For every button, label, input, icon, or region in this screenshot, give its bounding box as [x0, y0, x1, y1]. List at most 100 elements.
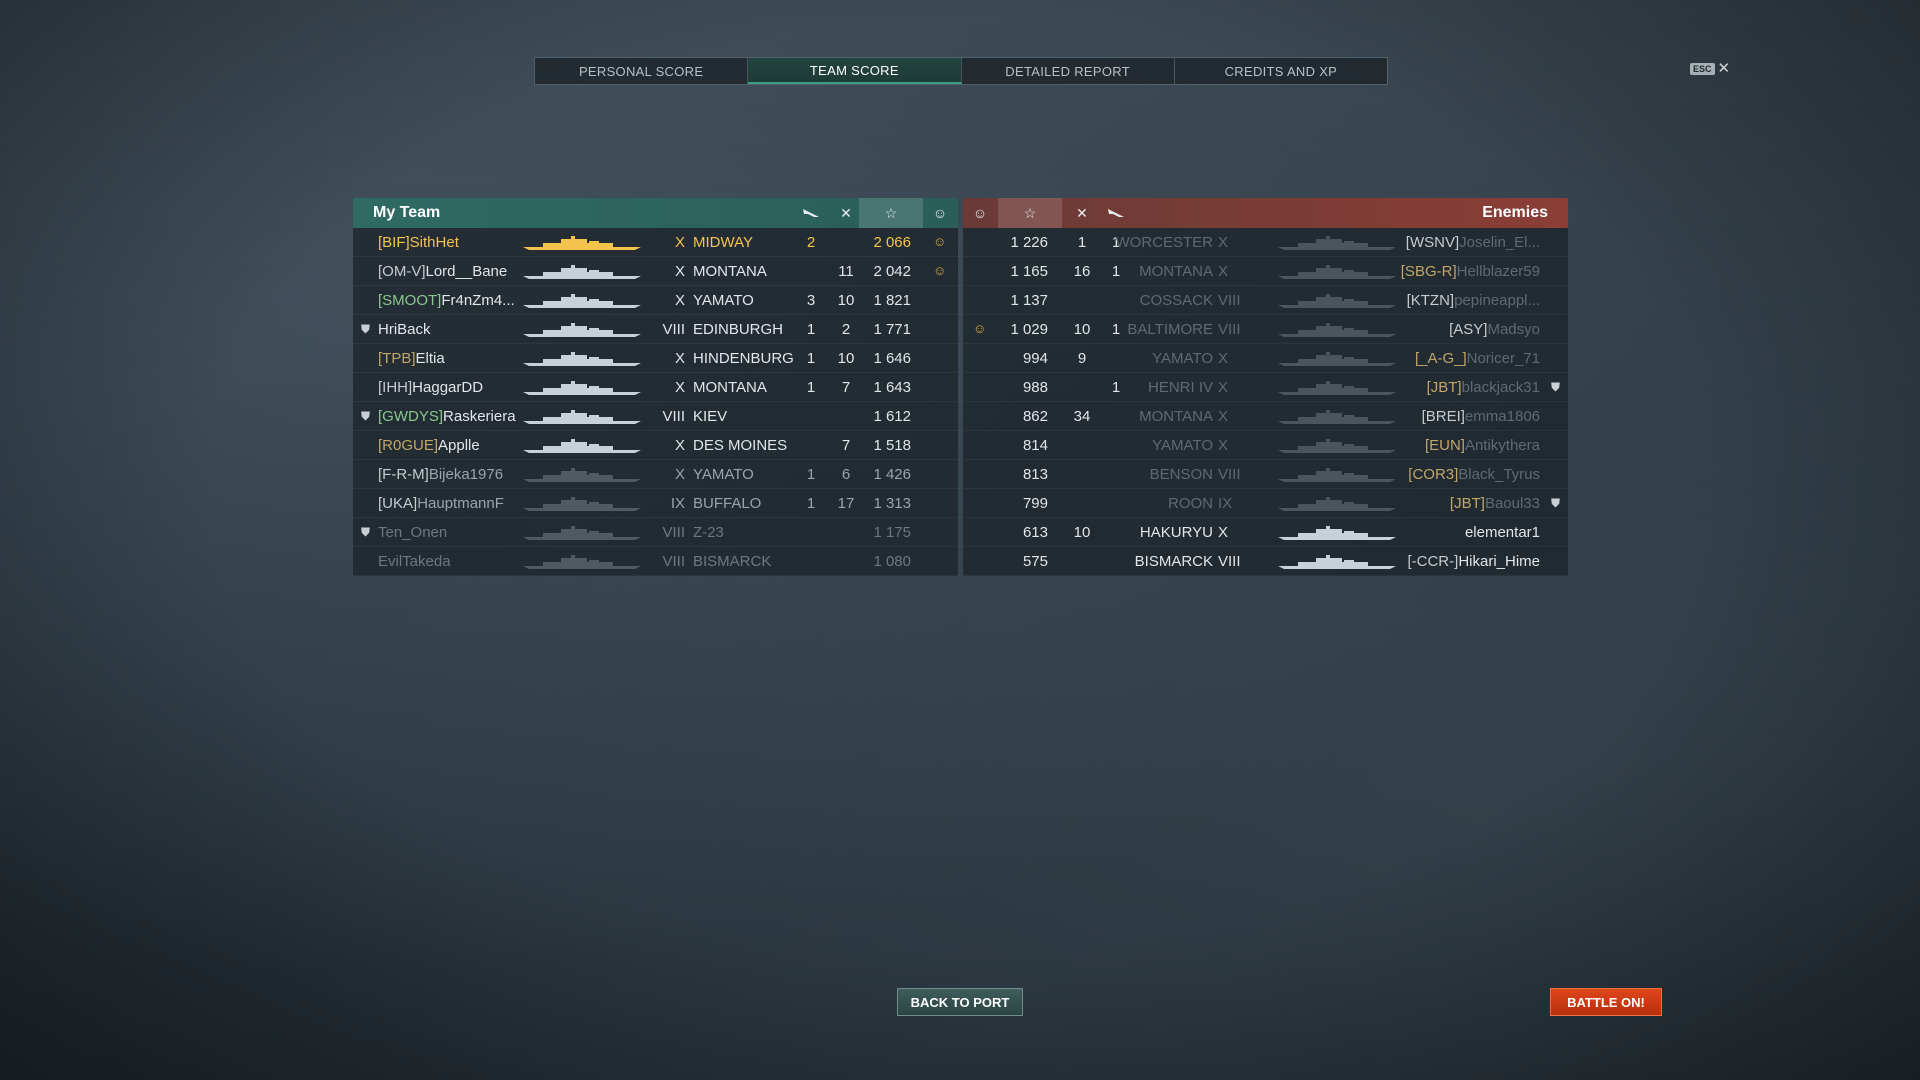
player-nick: Madsyo: [1487, 321, 1540, 338]
close-button[interactable]: ESC ✕: [1690, 61, 1730, 76]
ship-silhouette: [1278, 410, 1396, 424]
player-nick: Hikari_Hime: [1458, 553, 1540, 570]
clan-tag: [WSNV]: [1405, 234, 1460, 251]
table-row[interactable]: 1 165 16 1 MONTANA X [SBG-R]Hellblazer59: [963, 257, 1568, 286]
ship-name: BALTIMORE: [1127, 321, 1213, 338]
base-xp: 2 066: [873, 234, 911, 251]
laurel-icon[interactable]: ☺: [923, 198, 957, 228]
player-nick: Hellblazer59: [1456, 263, 1540, 280]
ship-tier: X: [1218, 437, 1229, 454]
enemies-header: ☺ ☆ ✕ Enemies: [963, 198, 1568, 228]
table-row[interactable]: [OM-V]Lord__Bane X MONTANA 11 2 042 ☺: [353, 257, 958, 286]
ship-tier: X: [674, 234, 685, 251]
player-nick: HauptmannF: [417, 495, 504, 512]
table-row[interactable]: EvilTakeda VIII BISMARCK 1 080: [353, 547, 958, 576]
player-nick: Black_Tyrus: [1458, 466, 1540, 483]
player-nick: SithHet: [409, 234, 459, 251]
ships-destroyed: 7: [841, 379, 851, 396]
ship-silhouette: [523, 555, 641, 569]
table-row[interactable]: ☺ 1 029 10 1 BALTIMORE VIII [ASY]Madsyo: [963, 315, 1568, 344]
ship-silhouette: [1278, 439, 1396, 453]
table-row[interactable]: ⛊ HriBack VIII EDINBURGH 1 2 1 771: [353, 315, 958, 344]
tab-credits-and-xp[interactable]: CREDITS AND XP: [1175, 58, 1387, 84]
table-row[interactable]: 1 137 COSSACK VIII [KTZN]pepineappl...: [963, 286, 1568, 315]
player-nick: elementar1: [1464, 524, 1540, 541]
my-team-header: My Team ✕ ☆ ☺: [353, 198, 958, 228]
planes-destroyed: 1: [806, 495, 816, 512]
table-row[interactable]: [SMOOT]Fr4nZm4... X YAMATO 3 10 1 821: [353, 286, 958, 315]
tab-detailed-report[interactable]: DETAILED REPORT: [962, 58, 1175, 84]
ship-silhouette: [523, 468, 641, 482]
player-nick: Ten_Onen: [378, 524, 448, 541]
base-xp: 1 226: [1010, 234, 1048, 251]
clan-tag: [IHH]: [378, 379, 413, 396]
ship-tier: VIII: [662, 553, 685, 570]
star-icon[interactable]: ☆: [859, 198, 923, 228]
table-row[interactable]: 988 1 HENRI IV X [JBT]blackjack31 ⛊: [963, 373, 1568, 402]
player-name: [UKA]HauptmannF: [378, 495, 504, 512]
player-name: [JBT]blackjack31: [1427, 379, 1540, 396]
table-row[interactable]: [BIF]SithHet X MIDWAY 2 2 066 ☺: [353, 228, 958, 257]
back-to-port-button[interactable]: BACK TO PORT: [897, 988, 1023, 1016]
result-tabs: PERSONAL SCORE TEAM SCORE DETAILED REPOR…: [534, 57, 1388, 85]
table-row[interactable]: ⛊ [GWDYS]Raskeriera VIII KIEV 1 612: [353, 402, 958, 431]
table-row[interactable]: ⛊ Ten_Onen VIII Z-23 1 175: [353, 518, 958, 547]
player-name: [-CCR-]Hikari_Hime: [1407, 553, 1540, 570]
plane-icon[interactable]: [1099, 198, 1133, 228]
ship-silhouette: [523, 526, 641, 540]
ship-silhouette: [1278, 381, 1396, 395]
ship-tier: VIII: [662, 524, 685, 541]
table-row[interactable]: [F-R-M]Bijeka1976 X YAMATO 1 6 1 426: [353, 460, 958, 489]
base-xp: 1 313: [873, 495, 911, 512]
battle-on-button[interactable]: BATTLE ON!: [1550, 988, 1662, 1016]
crossed-swords-icon[interactable]: ✕: [1065, 198, 1099, 228]
ship-tier: X: [674, 292, 685, 309]
table-row[interactable]: 814 YAMATO X [EUN]Antikythera: [963, 431, 1568, 460]
division-badge-icon: ⛊: [361, 525, 371, 539]
ship-silhouette: [523, 410, 641, 424]
ship-tier: VIII: [1218, 553, 1241, 570]
table-row[interactable]: 1 226 1 1 WORCESTER X [WSNV]Joselin_El...: [963, 228, 1568, 257]
player-nick: blackjack31: [1461, 379, 1540, 396]
ships-destroyed: 10: [837, 292, 855, 309]
table-row[interactable]: [UKA]HauptmannF IX BUFFALO 1 17 1 313: [353, 489, 958, 518]
player-name: [JBT]Baoul33: [1450, 495, 1540, 512]
table-row[interactable]: [TPB]Eltia X HINDENBURG 1 10 1 646: [353, 344, 958, 373]
table-row[interactable]: 994 9 YAMATO X [_A-G_]Noricer_71: [963, 344, 1568, 373]
player-name: [SBG-R]Hellblazer59: [1401, 263, 1540, 280]
ship-name: MONTANA: [693, 379, 767, 396]
ship-tier: X: [1218, 234, 1229, 251]
tab-team-score[interactable]: TEAM SCORE: [748, 58, 962, 84]
player-name: HriBack: [378, 321, 431, 338]
ships-destroyed: 11: [838, 263, 854, 280]
ship-name: DES MOINES: [693, 437, 788, 454]
crossed-swords-icon[interactable]: ✕: [829, 198, 863, 228]
ship-silhouette: [523, 497, 641, 511]
ship-name: YAMATO: [693, 292, 754, 309]
ship-tier: VIII: [662, 321, 685, 338]
my-team-rows: [BIF]SithHet X MIDWAY 2 2 066 ☺ [OM-V]Lord__Ba…: [353, 228, 958, 576]
plane-icon[interactable]: [794, 198, 828, 228]
clan-tag: [F-R-M]: [378, 466, 429, 483]
star-icon[interactable]: ☆: [998, 198, 1062, 228]
table-row[interactable]: [IHH]HaggarDD X MONTANA 1 7 1 643: [353, 373, 958, 402]
tab-personal-score[interactable]: PERSONAL SCORE: [535, 58, 749, 84]
ship-silhouette: [1278, 468, 1396, 482]
table-row[interactable]: 613 10 HAKURYU Xelementar1: [963, 518, 1568, 547]
base-xp: 1 165: [1010, 263, 1048, 280]
player-nick: HriBack: [378, 321, 431, 338]
ship-silhouette: [1278, 265, 1396, 279]
table-row[interactable]: [R0GUE]Applle X DES MOINES 7 1 518: [353, 431, 958, 460]
ship-tier: IX: [1218, 495, 1233, 512]
player-name: [ASY]Madsyo: [1449, 321, 1540, 338]
player-nick: pepineappl...: [1454, 292, 1540, 309]
table-row[interactable]: 799 ROON IX [JBT]Baoul33 ⛊: [963, 489, 1568, 518]
laurel-icon[interactable]: ☺: [963, 198, 997, 228]
table-row[interactable]: 575 BISMARCK VIII [-CCR-]Hikari_Hime: [963, 547, 1568, 576]
laurel-icon: ☺: [933, 263, 947, 278]
table-row[interactable]: 862 34 MONTANA X [BREI]emma1806: [963, 402, 1568, 431]
player-name: [OM-V]Lord__Bane: [378, 263, 507, 280]
clan-tag: [SMOOT]: [378, 292, 442, 309]
table-row[interactable]: 813 BENSON VIII [COR3]Black_Tyrus: [963, 460, 1568, 489]
enemies-rows: 1 226 1 1 WORCESTER X [WSNV]Joselin_El... 1 16…: [963, 228, 1568, 576]
